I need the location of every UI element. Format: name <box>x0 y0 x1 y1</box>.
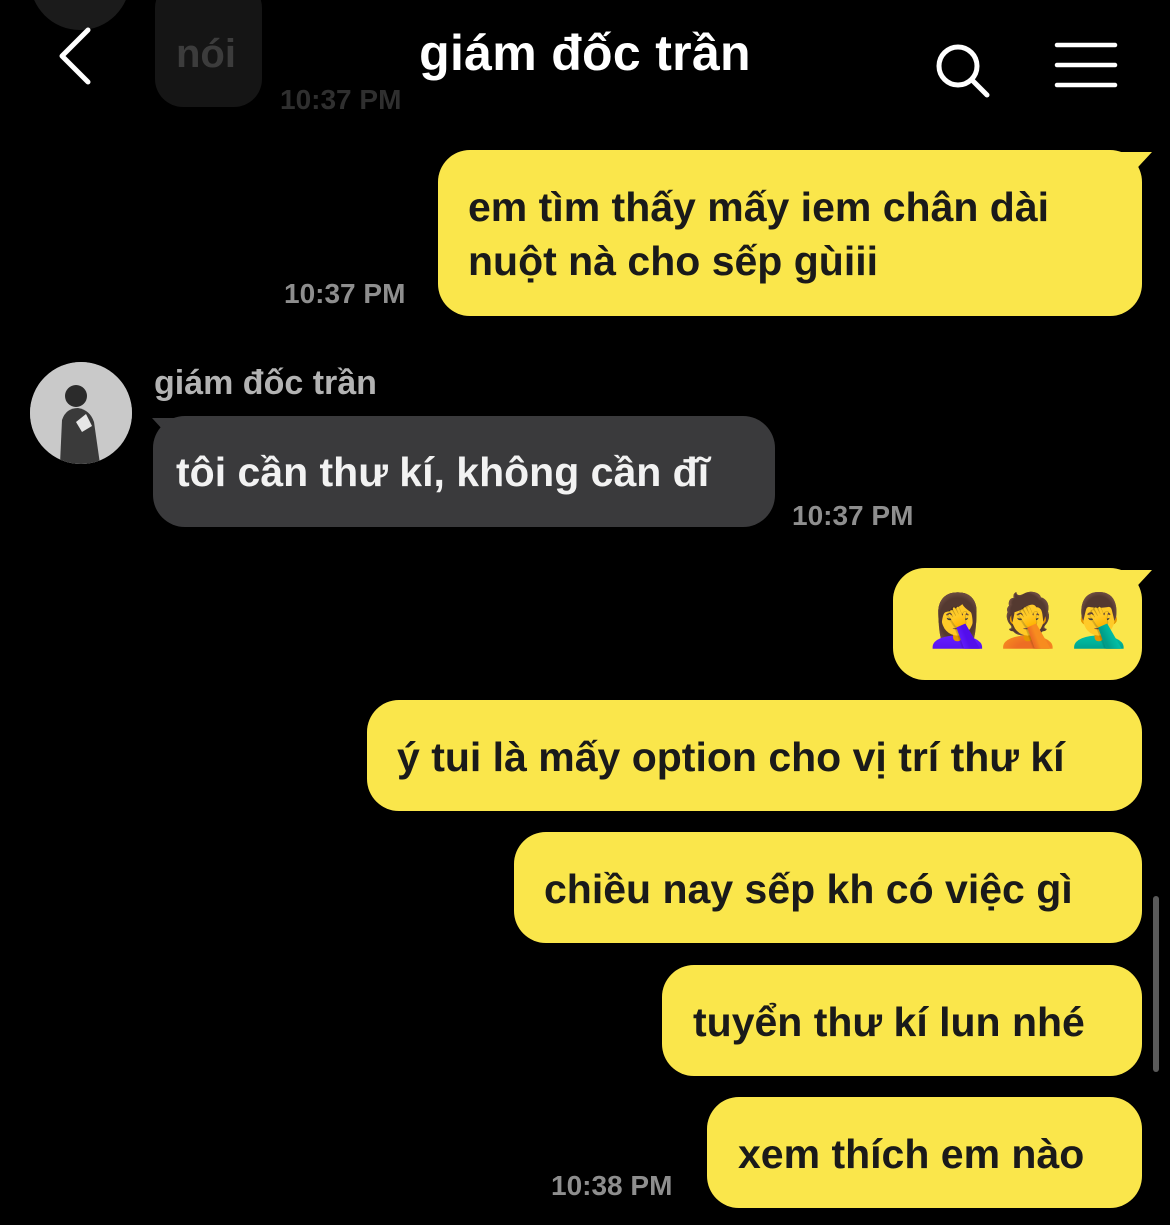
hamburger-menu-icon[interactable] <box>1054 40 1118 90</box>
message-text: ý tui là mấy option cho vị trí thư kí <box>397 734 1065 780</box>
sender-avatar[interactable] <box>30 362 132 464</box>
message-timestamp: 10:37 PM <box>284 278 406 309</box>
chat-title: giám đốc trần <box>419 25 751 81</box>
previous-message-time: 10:37 PM <box>280 84 402 115</box>
my-message-bubble[interactable]: xem thích em nào <box>707 1097 1142 1208</box>
my-message-bubble[interactable]: ý tui là mấy option cho vị trí thư kí <box>367 700 1142 811</box>
message-emoji: 🤦‍♀️🤦🤦‍♂️ <box>925 592 1138 650</box>
message-text: xem thích em nào <box>738 1131 1085 1177</box>
message-text-line: nuột nà cho sếp gùiii <box>468 238 878 284</box>
message-text: chiều nay sếp kh có việc gì <box>544 866 1073 912</box>
sender-name: giám đốc trần <box>154 364 377 402</box>
message-text-line: em tìm thấy mấy iem chân dài <box>468 184 1050 230</box>
their-message-bubble[interactable]: tôi cần thư kí, không cần đĩ <box>153 416 775 527</box>
my-message-bubble[interactable]: em tìm thấy mấy iem chân dài nuột nà cho… <box>438 150 1142 316</box>
message-text: tôi cần thư kí, không cần đĩ <box>176 449 710 495</box>
scrollbar[interactable] <box>1153 896 1159 1072</box>
my-message-bubble[interactable]: 🤦‍♀️🤦🤦‍♂️ <box>893 568 1142 680</box>
message-timestamp: 10:38 PM <box>551 1170 673 1201</box>
my-message-bubble[interactable]: tuyển thư kí lun nhé <box>662 965 1142 1076</box>
search-icon[interactable] <box>932 40 992 100</box>
message-timestamp: 10:37 PM <box>792 500 914 531</box>
message-text: tuyển thư kí lun nhé <box>693 999 1085 1045</box>
my-message-bubble[interactable]: chiều nay sếp kh có việc gì <box>514 832 1142 943</box>
